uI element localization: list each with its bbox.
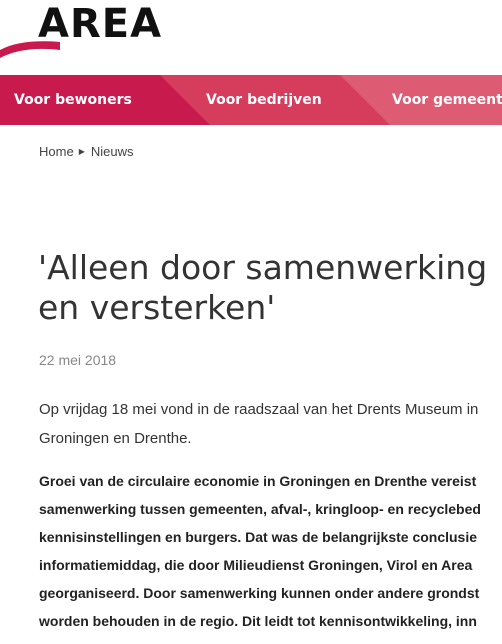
site-header: AREA: [0, 0, 502, 75]
breadcrumb: Home ▶ Nieuws: [39, 144, 133, 159]
title-line: en versterken': [38, 288, 276, 327]
article-intro: Op vrijdag 18 mei vond in de raadszaal v…: [39, 395, 502, 453]
lead-line: worden behouden in de regio. Dit leidt t…: [39, 613, 477, 629]
lead-line: Groei van de circulaire economie in Gron…: [39, 473, 477, 489]
main-nav: Voor bewoners Voor bedrijven Voor gemeen…: [0, 75, 502, 125]
breadcrumb-current-link[interactable]: Nieuws: [91, 144, 134, 159]
logo[interactable]: AREA: [38, 2, 162, 46]
intro-line: Op vrijdag 18 mei vond in de raadszaal v…: [39, 401, 479, 418]
lead-line: samenwerking tussen gemeenten, afval-, k…: [39, 501, 481, 517]
page-title: 'Alleen door samenwerking en versterken': [38, 248, 502, 328]
breadcrumb-home-link[interactable]: Home: [39, 144, 74, 159]
lead-line: georganiseerd. Door samenwerking kunnen …: [39, 585, 480, 601]
lead-line: kennisinstellingen en burgers. Dat was d…: [39, 529, 478, 545]
lead-line: informatiemiddag, die door Milieudienst …: [39, 557, 473, 573]
intro-line: Groningen en Drenthe.: [39, 430, 192, 447]
article-date: 22 mei 2018: [39, 352, 117, 368]
title-line: 'Alleen door samenwerking: [38, 248, 488, 287]
caret-right-icon: ▶: [78, 147, 85, 156]
article-lead: Groei van de circulaire economie in Gron…: [39, 467, 502, 635]
